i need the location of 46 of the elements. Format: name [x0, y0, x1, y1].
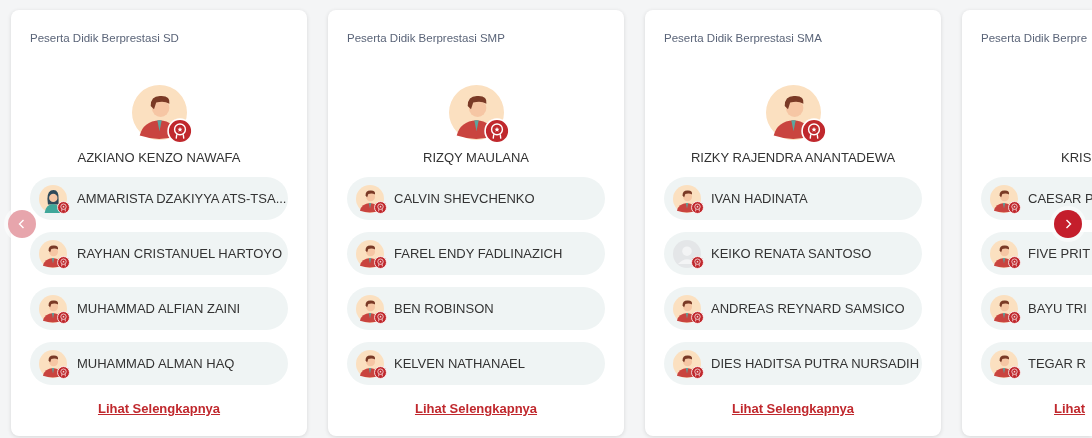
medal-badge-icon — [1008, 311, 1022, 325]
card-title: Peserta Didik Berprestasi SMP — [347, 31, 506, 46]
featured-student-name: KRIS — [1061, 150, 1092, 165]
featured-student-name: RIZKY RAJENDRA ANANTADEWA — [690, 150, 896, 165]
medal-badge-icon — [167, 117, 193, 144]
medal-badge-icon — [691, 256, 705, 270]
student-item[interactable]: AMMARISTA DZAKIYYA ATS-TSA... — [30, 177, 288, 220]
medal-badge-icon — [374, 366, 388, 380]
card-title: Peserta Didik Berprestasi SD — [30, 31, 180, 46]
medal-badge-icon — [374, 201, 388, 215]
student-item[interactable]: BAYU TRI — [981, 287, 1092, 330]
featured-student-name: AZKIANO KENZO NAWAFA — [77, 150, 241, 165]
medal-badge-icon — [57, 311, 71, 325]
student-item[interactable]: FIVE PRIT — [981, 232, 1092, 275]
medal-badge-icon — [691, 311, 705, 325]
see-more-link[interactable]: Lihat — [1054, 401, 1086, 416]
medal-badge-icon — [691, 201, 705, 215]
student-item[interactable]: MUHAMMAD ALMAN HAQ — [30, 342, 288, 385]
student-item[interactable]: TEGAR R — [981, 342, 1092, 385]
medal-badge-icon — [691, 366, 705, 380]
student-item[interactable]: KELVEN NATHANAEL — [347, 342, 605, 385]
student-item[interactable]: IVAN HADINATA — [664, 177, 922, 220]
card-title: Peserta Didik Berprestasi SMA — [664, 31, 823, 46]
medal-badge-icon — [57, 366, 71, 380]
see-more-link[interactable]: Lihat Selengkapnya — [97, 401, 221, 416]
student-item[interactable]: DIES HADITSA PUTRA NURSADIH — [664, 342, 922, 385]
medal-badge-icon — [57, 256, 71, 270]
see-more-link[interactable]: Lihat Selengkapnya — [414, 401, 538, 416]
medal-badge-icon — [1008, 201, 1022, 215]
student-item[interactable]: ANDREAS REYNARD SAMSICO — [664, 287, 922, 330]
student-item[interactable]: FAREL ENDY FADLINAZICH — [347, 232, 605, 275]
medal-badge-icon — [374, 311, 388, 325]
medal-badge-icon — [374, 256, 388, 270]
medal-badge-icon — [1008, 366, 1022, 380]
student-item[interactable]: KEIKO RENATA SANTOSO — [664, 232, 922, 275]
medal-badge-icon — [801, 117, 827, 144]
featured-student-name: RIZQY MAULANA — [423, 150, 529, 165]
student-item[interactable]: CALVIN SHEVCHENKO — [347, 177, 605, 220]
student-item[interactable]: RAYHAN CRISTANUEL HARTOYO — [30, 232, 288, 275]
see-more-link[interactable]: Lihat Selengkapnya — [731, 401, 855, 416]
student-item[interactable]: BEN ROBINSON — [347, 287, 605, 330]
medal-badge-icon — [57, 201, 71, 215]
medal-badge-icon — [1008, 256, 1022, 270]
card-title: Peserta Didik Berpre — [981, 31, 1089, 46]
student-item[interactable]: MUHAMMAD ALFIAN ZAINI — [30, 287, 288, 330]
medal-badge-icon — [484, 117, 510, 144]
